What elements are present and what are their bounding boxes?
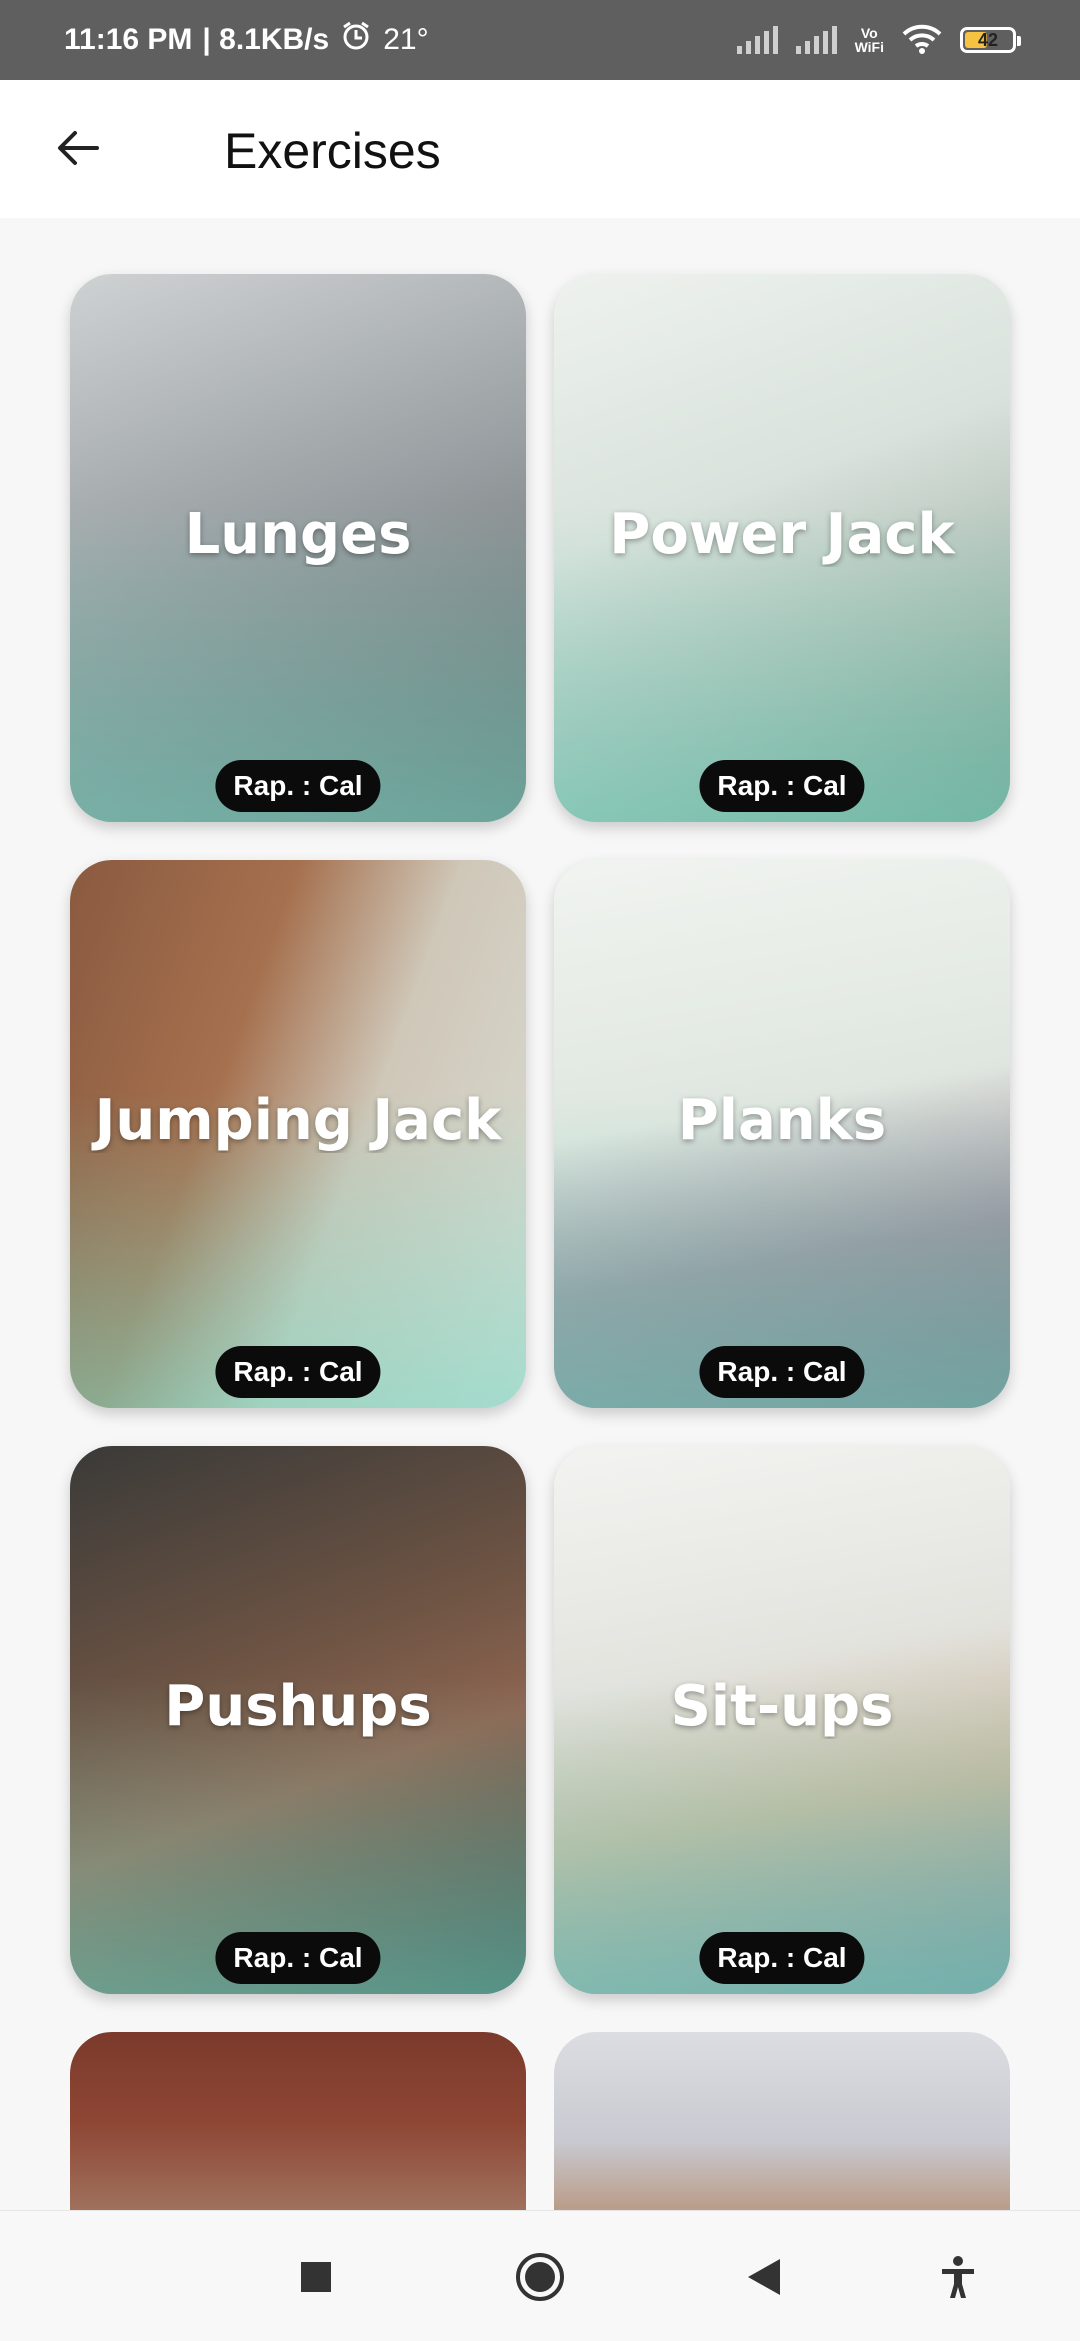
signal-icon-2 [795,26,837,54]
exercise-info-badge: Rap. : Cal [215,1932,381,1984]
battery-icon: 42 [960,27,1021,53]
exercise-name: Sit-ups [670,1674,894,1739]
system-nav-bar [0,2210,1080,2341]
exercise-info-badge: Rap. : Cal [699,760,865,812]
recents-square-icon[interactable] [288,2249,344,2305]
vowifi-label: Vo WiFi [854,25,884,55]
exercise-card-power-jack[interactable]: Power Jack Rap. : Cal [554,274,1010,822]
status-time: 11:16 PM [64,23,193,56]
exercise-info-badge: Rap. : Cal [215,760,381,812]
app-bar: Exercises [0,80,1080,218]
exercise-info-badge: Rap. : Cal [699,1346,865,1398]
status-bar: 11:16 PM | 8.1KB/s 21° Vo WiFi 42 [0,0,1080,80]
page-title: Exercises [224,123,441,179]
wifi-icon [902,22,942,59]
exercise-info-badge: Rap. : Cal [699,1932,865,1984]
exercise-card-lunges[interactable]: Lunges Rap. : Cal [70,274,526,822]
home-circle-icon[interactable] [512,2249,568,2305]
exercise-info-badge: Rap. : Cal [215,1346,381,1398]
exercise-name: Pushups [164,1674,432,1739]
exercise-card-partial-right[interactable] [554,2032,1010,2212]
exercise-card-planks[interactable]: Planks Rap. : Cal [554,860,1010,1408]
temperature: 21° [383,23,429,56]
exercise-grid: Lunges Rap. : Cal Power Jack Rap. : Cal … [70,274,1010,1994]
exercise-card-sit-ups[interactable]: Sit-ups Rap. : Cal [554,1446,1010,1994]
network-speed: | 8.1KB/s [202,23,330,56]
exercise-card-jumping-jack[interactable]: Jumping Jack Rap. : Cal [70,860,526,1408]
back-triangle-icon[interactable] [736,2249,792,2305]
exercise-name: Lunges [184,502,412,567]
signal-icon [736,26,778,54]
alarm-icon [339,19,373,61]
exercise-name: Power Jack [609,502,955,567]
exercise-name: Planks [677,1088,887,1153]
back-arrow-icon[interactable] [46,116,110,180]
battery-level: 42 [977,29,999,50]
exercise-name: Jumping Jack [94,1088,502,1153]
exercise-card-partial-left[interactable] [70,2032,526,2212]
exercise-card-pushups[interactable]: Pushups Rap. : Cal [70,1446,526,1994]
accessibility-icon[interactable] [930,2249,986,2305]
